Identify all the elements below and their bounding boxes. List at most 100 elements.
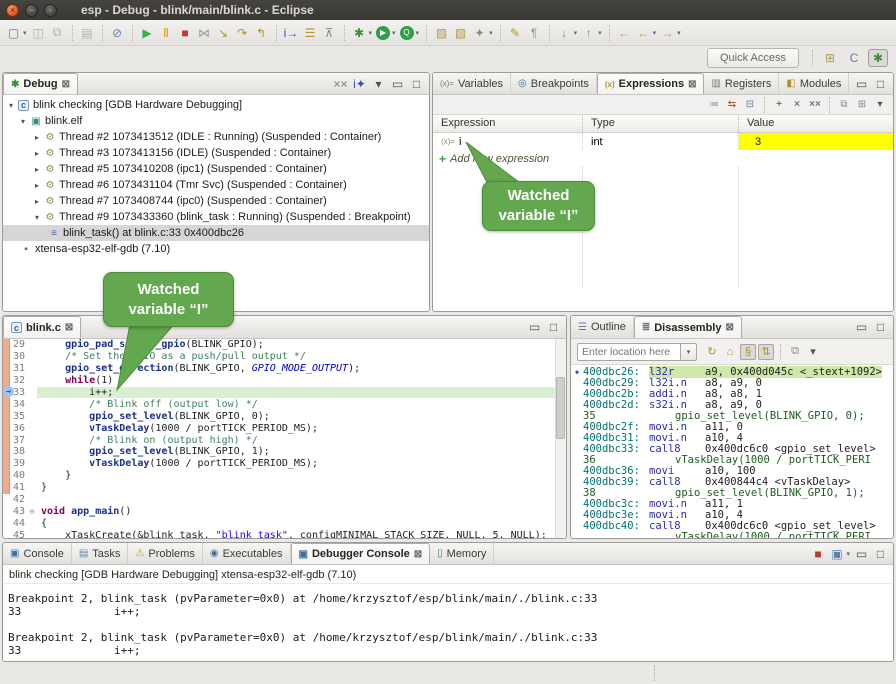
back-dropdown-icon[interactable]: ▾ [653,29,657,37]
open-element-icon[interactable]: ▨ [433,24,450,41]
show-source-icon[interactable]: § [740,344,756,360]
line-number[interactable]: 42 [3,494,27,505]
editor-scrollbar[interactable] [555,339,566,539]
tab-executables[interactable]: ◉ Executables [203,543,291,564]
expand-icon[interactable]: ▸ [31,197,43,206]
expression-row[interactable]: (x)= i int 3 [433,133,893,150]
tree-row-elf[interactable]: ▾ ▣ blink.elf [3,113,429,129]
show-logical-structures-icon[interactable]: ⇆ [724,97,740,112]
terminate-icon[interactable]: ■ [177,24,194,41]
sync-with-context-icon[interactable]: ⇅ [758,344,774,360]
tab-problems[interactable]: ⚠ Problems [128,543,202,564]
resume-icon[interactable]: ▶ [139,24,156,41]
scrollbar-thumb[interactable] [556,377,565,439]
disassembly-listing[interactable]: ◆400dbc26:l32ra9, 0x400d045c <_stext+109… [571,365,893,539]
maximize-icon[interactable]: □ [872,319,889,336]
open-perspective-icon[interactable]: ⊞ [820,49,840,67]
new-icon[interactable]: ▢ [5,24,22,41]
save-all-icon[interactable]: ⧉ [49,24,66,41]
tab-tasks[interactable]: ▤ Tasks [72,543,129,564]
profile-icon[interactable]: Q [400,26,414,40]
print-icon[interactable]: ▤ [79,24,96,41]
refresh-icon[interactable]: ↻ [704,344,720,360]
previous-annotation-icon[interactable]: ↑ [580,24,597,41]
back-icon[interactable]: ← [635,24,652,41]
quick-access-button[interactable]: Quick Access [707,48,799,68]
tree-row-thread[interactable]: ▸ ⚙ Thread #3 1073413156 (IDLE) (Suspend… [3,145,429,161]
close-icon[interactable]: ⊠ [688,79,696,90]
tree-row-thread[interactable]: ▸ ⚙ Thread #5 1073410208 (ipc1) (Suspend… [3,161,429,177]
breakpoint-instruction-pointer-icon[interactable]: → [3,386,14,397]
mark-occurrences-icon[interactable]: ✎ [507,24,524,41]
tab-expressions[interactable]: (x) Expressions ⊠ [597,73,705,94]
view-menu-icon[interactable]: ▾ [370,75,387,92]
minimize-window-icon[interactable]: − [25,4,38,17]
tab-memory[interactable]: ▯ Memory [430,543,494,564]
close-window-icon[interactable]: × [6,4,19,17]
instruction-stepping-mode-icon[interactable]: i✦ [351,75,368,92]
save-icon[interactable]: ◫ [30,24,47,41]
tab-outline[interactable]: ☰ Outline [571,316,634,338]
location-dropdown-icon[interactable]: ▾ [681,343,697,361]
show-full-paths-icon[interactable]: ☰ [302,24,319,41]
close-icon[interactable]: ⊠ [65,322,73,333]
tree-row-thread[interactable]: ▾ ⚙ Thread #9 1073433360 (blink_task : R… [3,209,429,225]
previous-annotation-dropdown-icon[interactable]: ▾ [598,29,602,37]
instruction-stepping-icon[interactable]: i→ [283,24,300,41]
collapse-icon[interactable]: ▾ [17,117,29,126]
minimize-icon[interactable]: ▭ [853,75,870,92]
line-number[interactable]: 45 [3,530,27,539]
line-number[interactable]: 43 [3,506,27,517]
line-number[interactable]: 44 [3,518,27,529]
maximize-window-icon[interactable]: ▫ [44,4,57,17]
column-type[interactable]: Type [583,115,739,132]
detach-view-icon[interactable]: ⧉ [836,97,852,112]
run-dropdown-icon[interactable]: ▾ [392,29,396,37]
add-expression-row[interactable]: + Add new expression [433,150,893,167]
profile-dropdown-icon[interactable]: ▾ [416,29,420,37]
minimize-icon[interactable]: ▭ [853,319,870,336]
step-into-icon[interactable]: ↘ [215,24,232,41]
tab-debugger-console[interactable]: ▣ Debugger Console ⊠ [291,543,431,564]
collapse-icon[interactable]: ▾ [31,213,43,222]
next-annotation-dropdown-icon[interactable]: ▾ [574,29,578,37]
forward-icon[interactable]: → [659,24,676,41]
tree-row-gdb[interactable]: ▪ xtensa-esp32-elf-gdb (7.10) [3,241,429,257]
display-selected-console-icon[interactable]: ▣ [828,545,845,562]
remove-expression-icon[interactable]: × [789,97,805,112]
location-input[interactable] [577,343,681,361]
tab-console[interactable]: ▣ Console [3,543,72,564]
minimize-icon[interactable]: ▭ [526,319,543,336]
expand-icon[interactable]: ▸ [31,149,43,158]
forward-dropdown-icon[interactable]: ▾ [677,29,681,37]
cpp-perspective-icon[interactable]: C [844,49,864,67]
show-type-names-icon[interactable]: ≔ [706,97,722,112]
detach-view-icon[interactable]: ⧉ [787,344,803,360]
step-return-icon[interactable]: ↰ [253,24,270,41]
next-annotation-icon[interactable]: ↓ [556,24,573,41]
minimize-icon[interactable]: ▭ [389,75,406,92]
remove-all-terminated-icon[interactable]: ×× [332,75,349,92]
step-over-icon[interactable]: ↷ [234,24,251,41]
expand-icon[interactable]: ▸ [31,181,43,190]
tree-row-stack-frame[interactable]: ≡ blink_task() at blink.c:33 0x400dbc26 [3,225,429,241]
column-value[interactable]: Value [739,115,893,132]
tab-breakpoints[interactable]: ◎ Breakpoints [511,73,597,94]
tree-row-thread[interactable]: ▸ ⚙ Thread #2 1073413512 (IDLE : Running… [3,129,429,145]
tab-variables[interactable]: (x)= Variables [433,73,511,94]
open-new-view-icon[interactable]: ⊞ [854,97,870,112]
view-menu-icon[interactable]: ▾ [805,344,821,360]
suspend-icon[interactable]: ‖ [158,24,175,41]
close-icon[interactable]: ⊠ [725,322,733,333]
display-selected-console-dropdown-icon[interactable]: ▾ [846,550,850,558]
use-step-filters-icon[interactable]: ⊼ [321,24,338,41]
debug-icon[interactable]: ✱ [351,24,368,41]
minimize-icon[interactable]: ▭ [853,545,870,562]
column-expression[interactable]: Expression [433,115,583,132]
maximize-icon[interactable]: □ [545,319,562,336]
view-menu-icon[interactable]: ▾ [872,97,888,112]
external-tools-dropdown-icon[interactable]: ▾ [489,29,493,37]
tree-row-launch[interactable]: ▾ c blink checking [GDB Hardware Debuggi… [3,97,429,113]
terminate-icon[interactable]: ■ [809,545,826,562]
expand-icon[interactable]: ▸ [31,165,43,174]
